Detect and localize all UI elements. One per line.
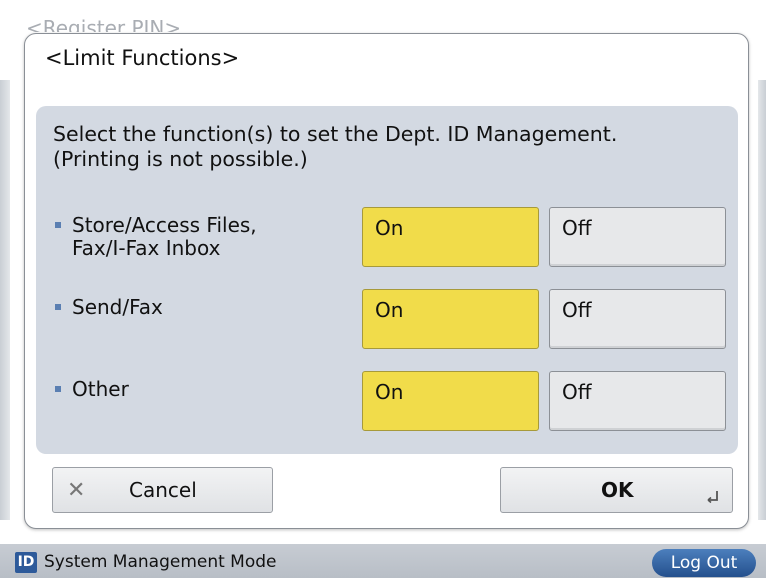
row-label-line-2: Fax/I-Fax Inbox [72,236,221,260]
background-screen-title: <Register PIN> [26,16,182,32]
status-bar: ID System Management Mode Log Out [0,544,766,578]
bullet-icon [55,222,61,228]
row-label-send-fax: Send/Fax [55,295,163,319]
row-label-line-1: Store/Access Files, [72,213,257,237]
system-management-mode-label: System Management Mode [44,552,277,572]
other-off-button[interactable]: Off [549,371,726,431]
bullet-icon [55,304,61,310]
functions-panel: Select the function(s) to set the Dept. … [36,106,738,454]
background-panel-edge-right [758,80,766,520]
dialog-title: <Limit Functions> [45,46,240,70]
cancel-button-label: Cancel [129,478,197,502]
store-access-files-on-button[interactable]: On [362,207,539,267]
send-fax-on-button[interactable]: On [362,289,539,349]
close-icon: ✕ [67,478,86,503]
row-label-other: Other [55,377,129,401]
log-out-button[interactable]: Log Out [652,549,756,577]
bullet-icon [55,386,61,392]
cancel-button[interactable]: ✕ Cancel [52,467,273,513]
ok-button-label: OK [601,478,634,502]
row-label-line-1: Send/Fax [72,295,163,319]
enter-icon [707,491,718,504]
limit-functions-dialog: <Limit Functions> Select the function(s)… [24,33,749,529]
send-fax-off-button[interactable]: Off [549,289,726,349]
instruction-text: Select the function(s) to set the Dept. … [53,122,617,172]
store-access-files-off-button[interactable]: Off [549,207,726,267]
row-label-store-access-files: Store/Access Files, Fax/I-Fax Inbox [55,213,257,260]
instruction-line-2: (Printing is not possible.) [53,147,308,171]
other-on-button[interactable]: On [362,371,539,431]
ok-button[interactable]: OK [500,467,733,513]
instruction-line-1: Select the function(s) to set the Dept. … [53,122,618,146]
background-panel-edge-left [0,80,10,520]
row-label-line-1: Other [72,377,129,401]
id-icon: ID [15,552,37,573]
